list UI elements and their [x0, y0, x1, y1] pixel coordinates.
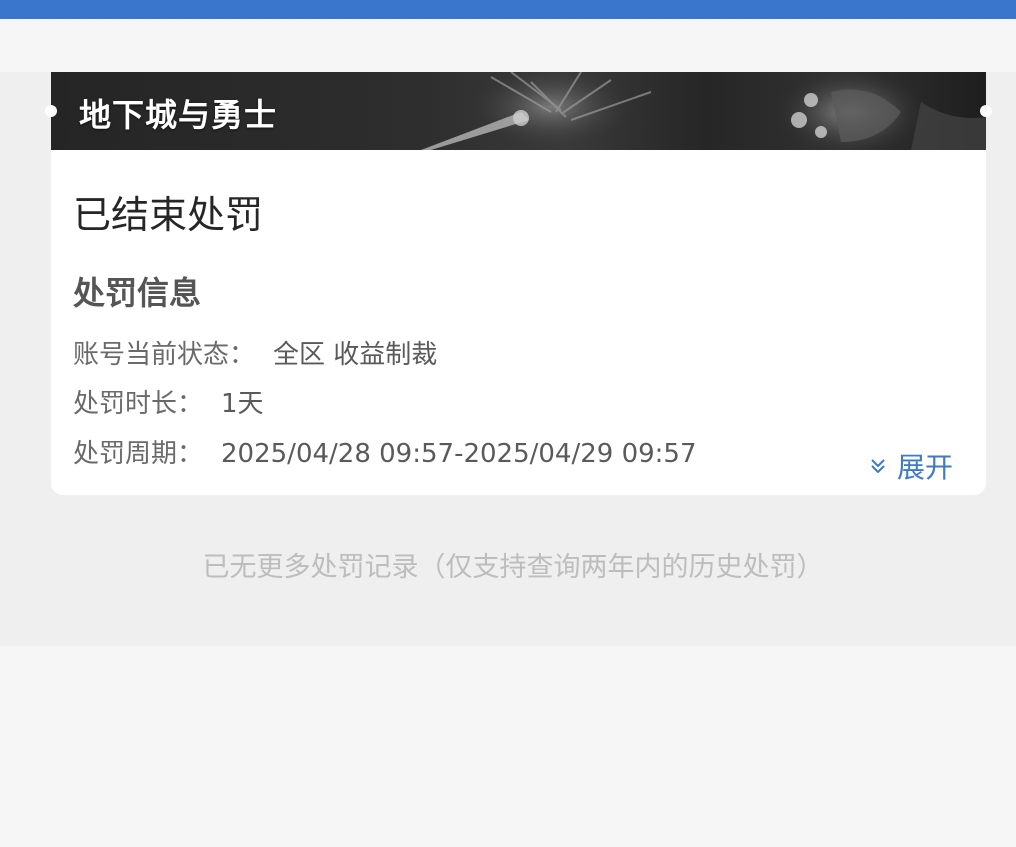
row-value: 2025/04/28 09:57-2025/04/29 09:57 — [221, 439, 697, 469]
top-status-bar — [0, 0, 1016, 19]
row-label: 处罚周期： — [73, 439, 204, 469]
bottom-area — [0, 646, 1016, 847]
row-value: 1天 — [221, 389, 264, 419]
no-more-records-note: 已无更多处罚记录（仅支持查询两年内的历史处罚） — [202, 552, 824, 583]
expand-label: 展开 — [897, 451, 954, 484]
expand-button[interactable]: 展开 — [869, 446, 953, 486]
header-strip — [0, 19, 1016, 72]
game-banner: 地下城与勇士 — [51, 72, 986, 150]
row-label: 处罚时长： — [73, 389, 204, 419]
card-notch-right — [980, 105, 992, 117]
game-title: 地下城与勇士 — [79, 96, 278, 134]
section-title: 处罚信息 — [73, 274, 202, 312]
row-value: 全区 收益制裁 — [273, 340, 438, 370]
account-status-row: 账号当前状态： 全区 收益制裁 — [73, 334, 437, 371]
card-notch-left — [45, 105, 57, 117]
penalty-period-row: 处罚周期： 2025/04/28 09:57-2025/04/29 09:57 — [73, 433, 697, 470]
penalty-status: 已结束处罚 — [73, 193, 264, 237]
double-chevron-down-icon — [871, 459, 885, 474]
row-label: 账号当前状态： — [73, 340, 256, 370]
penalty-duration-row: 处罚时长： 1天 — [73, 383, 264, 420]
penalty-card: 地下城与勇士 已结束处罚 处罚信息 账号当前状态： 全区 收益制裁 处罚时长： 1天… — [51, 72, 986, 495]
